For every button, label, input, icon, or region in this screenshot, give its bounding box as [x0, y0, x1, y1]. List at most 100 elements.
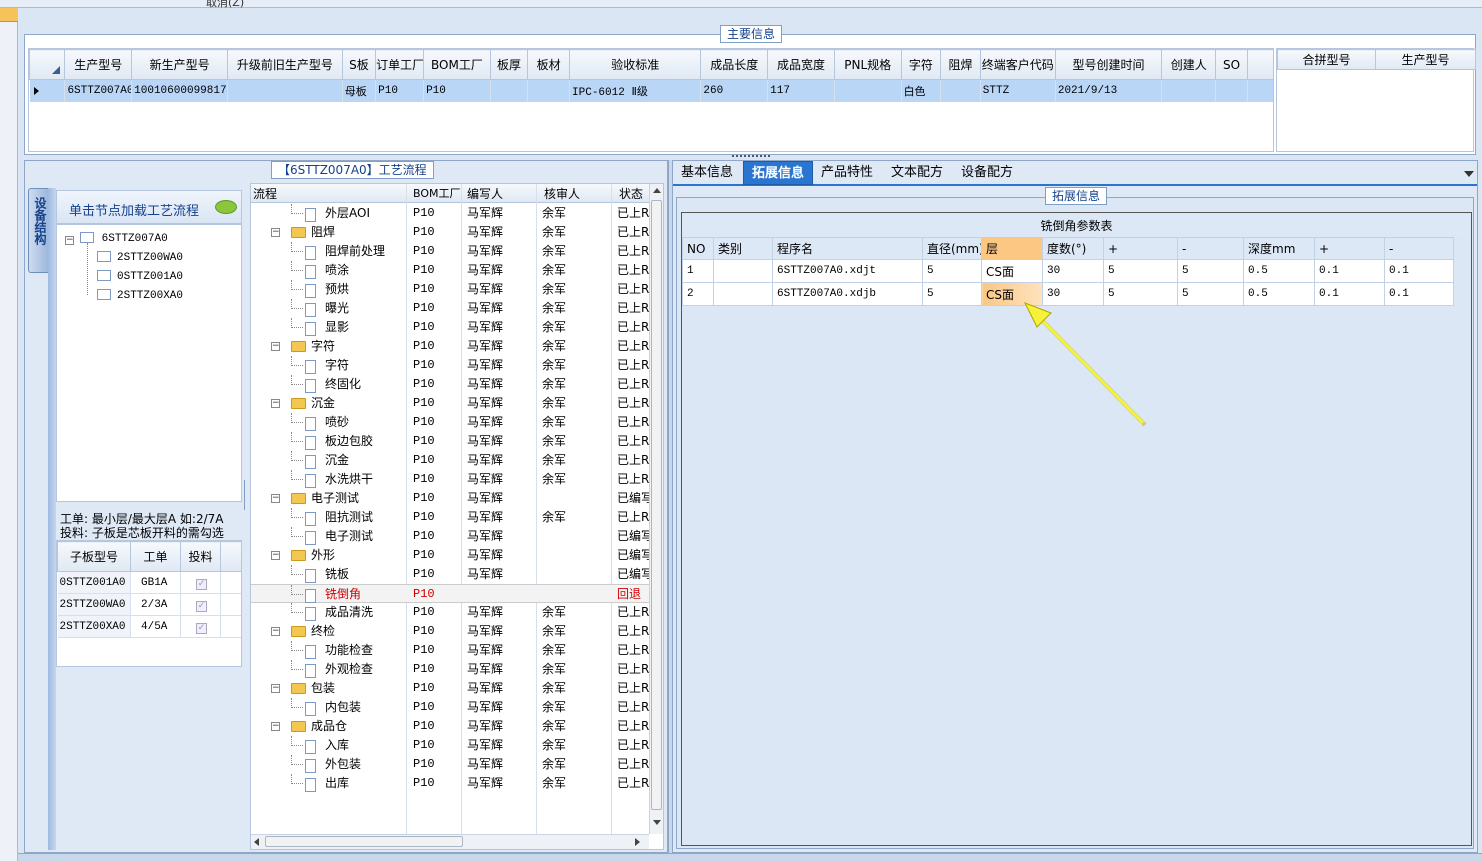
- main-cell-5[interactable]: P10: [423, 79, 491, 102]
- flow-col-checker[interactable]: 核审人: [544, 185, 580, 202]
- merge-col-production-model[interactable]: 生产型号: [1375, 49, 1476, 70]
- ext-col-5[interactable]: 度数(°): [1042, 237, 1104, 260]
- flow-col-process[interactable]: 流程: [253, 185, 277, 202]
- main-col-6[interactable]: 板厚: [489, 49, 529, 80]
- chamfer-cell-8[interactable]: 0.5: [1243, 282, 1315, 306]
- collapse-icon[interactable]: −: [271, 228, 280, 237]
- main-col-5[interactable]: BOM工厂: [423, 49, 491, 80]
- flow-row[interactable]: 功能检查 P10 马军辉 余军 已上R: [251, 641, 649, 660]
- flow-row[interactable]: − 包装 P10 马军辉 余军 已上R: [251, 679, 649, 698]
- main-cell-4[interactable]: P10: [375, 79, 425, 102]
- main-cell-7[interactable]: [527, 79, 571, 102]
- collapse-icon[interactable]: −: [271, 551, 280, 560]
- chamfer-cell-9[interactable]: 0.1: [1314, 259, 1385, 283]
- scroll-left-icon[interactable]: [254, 838, 259, 846]
- main-col-10[interactable]: 成品宽度: [767, 49, 835, 80]
- flow-row[interactable]: − 终检 P10 马军辉 余军 已上R: [251, 622, 649, 641]
- main-cell-2[interactable]: [227, 79, 343, 102]
- main-col-4[interactable]: 订单工厂: [375, 49, 425, 80]
- main-cell-8[interactable]: IPC-6012 Ⅱ级: [569, 79, 702, 102]
- flow-col-status[interactable]: 状态: [619, 185, 643, 202]
- flow-row[interactable]: 水洗烘干 P10 马军辉 余军 已上R: [251, 470, 649, 489]
- main-col-8[interactable]: 验收标准: [569, 49, 702, 80]
- sub-cell-order[interactable]: 4/5A: [130, 615, 181, 638]
- flow-row[interactable]: 内包装 P10 马军辉 余军 已上R: [251, 698, 649, 717]
- flow-vscrollbar[interactable]: [649, 184, 663, 834]
- chamfer-cell-10[interactable]: 0.1: [1384, 259, 1454, 283]
- hscroll-thumb[interactable]: [265, 836, 463, 847]
- main-col-0[interactable]: 生产型号: [64, 49, 133, 80]
- main-cell-6[interactable]: [490, 79, 529, 102]
- chamfer-cell-5[interactable]: 30: [1042, 259, 1104, 283]
- sub-board-row[interactable]: 2STTZ00XA0 4/5A ✓: [57, 615, 241, 638]
- flow-row[interactable]: 预烘 P10 马军辉 余军 已上R: [251, 280, 649, 299]
- scroll-right-icon[interactable]: [635, 838, 640, 846]
- main-cell-10[interactable]: 117: [767, 79, 835, 102]
- flow-hscrollbar[interactable]: [251, 834, 649, 849]
- tab-text-recipe[interactable]: 文本配方: [883, 161, 951, 185]
- main-col-3[interactable]: S板: [341, 49, 377, 80]
- main-col-11[interactable]: PNL规格: [833, 49, 902, 80]
- flow-row[interactable]: 铣倒角 P10 回退: [251, 584, 649, 603]
- flow-row[interactable]: 显影 P10 马军辉 余军 已上R: [251, 318, 649, 337]
- flow-row[interactable]: − 电子测试 P10 马军辉 已编写: [251, 489, 649, 508]
- sub-cell-order[interactable]: 2/3A: [130, 593, 181, 616]
- chamfer-cell-8[interactable]: 0.5: [1243, 259, 1315, 283]
- collapse-icon[interactable]: −: [271, 684, 280, 693]
- cancel-button[interactable]: 取消(Z): [206, 0, 244, 10]
- tree-node-root[interactable]: − 6STTZ007A0: [65, 230, 168, 245]
- main-col-14[interactable]: 终端客户代码: [979, 49, 1056, 80]
- main-cell-11[interactable]: [834, 79, 902, 102]
- sub-board-row[interactable]: 0STTZ001A0 GB1A ✓: [57, 571, 241, 594]
- flow-row[interactable]: 阻焊前处理 P10 马军辉 余军 已上R: [251, 242, 649, 261]
- flow-col-writer[interactable]: 编写人: [467, 185, 503, 202]
- main-cell-15[interactable]: 2021/9/13: [1055, 79, 1163, 102]
- chamfer-cell-2[interactable]: 6STTZ007A0.xdjt: [772, 259, 923, 283]
- ext-col-3[interactable]: 直径(mm): [922, 237, 982, 260]
- main-cell-13[interactable]: [940, 79, 981, 102]
- main-col-15[interactable]: 型号创建时间: [1054, 49, 1163, 80]
- main-cell-16[interactable]: [1161, 79, 1217, 102]
- ext-col-7[interactable]: -: [1177, 237, 1244, 260]
- chamfer-cell-1[interactable]: [713, 282, 773, 306]
- flow-row[interactable]: 外观检查 P10 马军辉 余军 已上R: [251, 660, 649, 679]
- sub-col-model[interactable]: 子板型号: [57, 541, 131, 572]
- tab-product-features[interactable]: 产品特性: [813, 161, 881, 185]
- ext-col-10[interactable]: -: [1384, 237, 1454, 260]
- flow-row[interactable]: 电子测试 P10 马军辉 已编写: [251, 527, 649, 546]
- main-cell-14[interactable]: STTZ: [980, 79, 1056, 102]
- chamfer-cell-1[interactable]: [713, 259, 773, 283]
- scroll-up-icon[interactable]: [653, 188, 661, 193]
- main-info-row[interactable]: 6STTZ007A0 10010600099817 母板 P10 P10 IPC-6012…: [29, 79, 1273, 102]
- chamfer-cell-3[interactable]: 5: [922, 259, 982, 283]
- chamfer-cell-3[interactable]: 5: [922, 282, 982, 306]
- feed-checkbox[interactable]: ✓: [180, 571, 221, 594]
- splitter-handle[interactable]: [244, 480, 248, 510]
- chamfer-cell-9[interactable]: 0.1: [1314, 282, 1385, 306]
- flow-row[interactable]: 外包装 P10 马军辉 余军 已上R: [251, 755, 649, 774]
- ext-col-6[interactable]: +: [1103, 237, 1178, 260]
- splitter-grip[interactable]: [732, 155, 770, 158]
- equipment-structure-tab[interactable]: 设备结构: [28, 188, 50, 273]
- main-cell-0[interactable]: 6STTZ007A0: [64, 79, 133, 102]
- flow-row[interactable]: − 字符 P10 马军辉 余军 已上R: [251, 337, 649, 356]
- main-cell-3[interactable]: 母板: [342, 79, 377, 102]
- ext-col-2[interactable]: 程序名: [772, 237, 923, 260]
- tab-dropdown-icon[interactable]: [1464, 171, 1474, 177]
- sub-cell-order[interactable]: GB1A: [130, 571, 181, 594]
- chamfer-cell-0[interactable]: 2: [682, 282, 714, 306]
- collapse-icon[interactable]: −: [271, 342, 280, 351]
- tree-node-child[interactable]: 2STTZ00WA0: [97, 249, 183, 264]
- sub-board-row[interactable]: 2STTZ00WA0 2/3A ✓: [57, 593, 241, 616]
- ext-col-1[interactable]: 类别: [713, 237, 773, 260]
- main-col-1[interactable]: 新生产型号: [131, 49, 229, 80]
- ext-col-9[interactable]: +: [1314, 237, 1385, 260]
- main-col-12[interactable]: 字符: [900, 49, 942, 80]
- collapse-icon[interactable]: −: [65, 236, 74, 245]
- chamfer-cell-10[interactable]: 0.1: [1384, 282, 1454, 306]
- main-cell-17[interactable]: [1215, 79, 1248, 102]
- ext-col-4[interactable]: 层: [981, 237, 1043, 260]
- flow-row[interactable]: 铣板 P10 马军辉 已编写: [251, 565, 649, 584]
- sub-col-feed[interactable]: 投料: [180, 541, 221, 572]
- collapse-icon[interactable]: −: [271, 722, 280, 731]
